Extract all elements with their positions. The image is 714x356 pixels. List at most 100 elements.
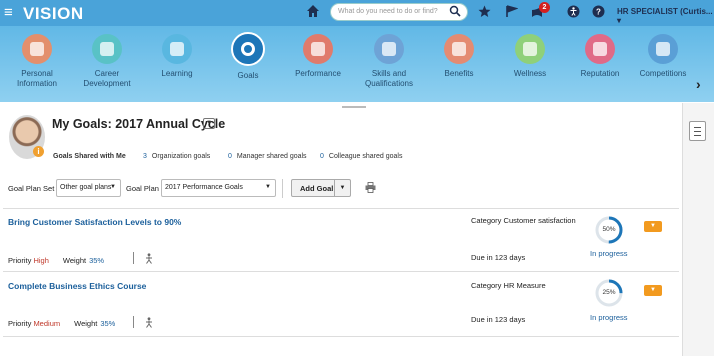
nav-item-goals[interactable]: Goals [213, 32, 283, 81]
chevron-down-icon: ▼ [265, 184, 271, 190]
chevron-down-icon: ▾ [617, 16, 622, 25]
goal-plan-label: Goal Plan [126, 184, 159, 193]
nav-item-wellness[interactable]: Wellness [495, 34, 565, 79]
user-name: HR SPECIALIST (Curtis... [617, 7, 713, 16]
nav-item-skills-and-qualifications[interactable]: Skills and Qualifications [354, 34, 424, 89]
title-menu-button[interactable]: ▼ [203, 118, 215, 129]
chevron-right-icon[interactable]: › [696, 76, 701, 92]
priority-label: Priority [8, 319, 32, 328]
notes-icon[interactable] [689, 121, 706, 141]
goal-meta: Priority Medium Weight 35% [8, 319, 115, 328]
search-icon[interactable] [449, 5, 461, 17]
info-badge-icon[interactable]: i [33, 146, 44, 157]
nav-item-label: Learning [161, 69, 193, 78]
goal-actions-button[interactable]: ▼ [644, 221, 662, 232]
goal-plan-set-value: Other goal plans [60, 184, 112, 191]
weight-value: 35% [89, 256, 105, 265]
goal-title-link[interactable]: Complete Business Ethics Course [8, 281, 146, 291]
favorites-star-icon[interactable] [478, 5, 491, 18]
alignment-icon[interactable] [145, 253, 153, 264]
goal-actions-button[interactable]: ▼ [644, 285, 662, 296]
goals-icon [231, 32, 265, 66]
search-input[interactable]: What do you need to do or find? [330, 3, 468, 21]
organization-goals-label: Organization goals [151, 153, 211, 160]
print-icon[interactable] [365, 182, 376, 193]
reputation-icon [585, 34, 615, 64]
colleague-shared-goals-link[interactable]: 0 Colleague shared goals [320, 153, 402, 160]
nav-item-label: Skills and Qualifications [364, 69, 414, 88]
status-badge: In progress [590, 313, 628, 322]
category-label: Category [471, 281, 502, 290]
priority-value: High [33, 256, 49, 265]
priority-label: Priority [8, 256, 32, 265]
skills-icon [374, 34, 404, 64]
category-label: Category [471, 216, 502, 225]
nav-item-benefits[interactable]: Benefits [424, 34, 494, 79]
progress-percent: 50% [602, 226, 616, 233]
help-icon[interactable]: ? [592, 5, 605, 18]
due-date: Due in 123 days [471, 253, 526, 262]
career-development-icon [92, 34, 122, 64]
notification-badge: 2 [539, 2, 550, 13]
benefits-icon [444, 34, 474, 64]
weight-label: Weight [62, 256, 87, 265]
divider [3, 336, 679, 337]
personal-info-icon [22, 34, 52, 64]
priority-value: Medium [33, 319, 61, 328]
manager-goals-count: 0 [228, 153, 232, 160]
divider [133, 316, 134, 328]
brand-logo[interactable]: VISION [23, 4, 84, 24]
organization-goals-count: 3 [143, 153, 147, 160]
alignment-icon[interactable] [145, 317, 153, 328]
nav-item-label: Benefits [444, 69, 474, 78]
nav-item-label: Goals [237, 71, 259, 80]
nav-item-learning[interactable]: Learning [142, 34, 212, 79]
manager-shared-goals-link[interactable]: 0 Manager shared goals [228, 153, 307, 160]
goal-category: Category Customer satisfaction [471, 216, 576, 225]
organization-goals-link[interactable]: 3 Organization goals [143, 153, 210, 160]
performance-icon [303, 34, 333, 64]
shared-goals-label: Goals Shared with Me [53, 153, 126, 160]
flag-icon[interactable] [505, 5, 518, 18]
springboard-nav: Personal Information Career Development … [0, 26, 714, 102]
progress-percent: 25% [602, 289, 616, 296]
goal-meta: Priority High Weight 35% [8, 256, 104, 265]
status-badge: In progress [590, 249, 628, 258]
learning-icon [162, 34, 192, 64]
divider [282, 179, 283, 198]
user-menu[interactable]: HR SPECIALIST (Curtis... ▾ [617, 7, 714, 25]
weight-label: Weight [74, 319, 98, 328]
divider [3, 271, 679, 272]
goal-title-link[interactable]: Bring Customer Satisfaction Levels to 90… [8, 217, 181, 227]
manager-goals-label: Manager shared goals [236, 153, 307, 160]
nav-item-performance[interactable]: Performance [283, 34, 353, 79]
accessibility-icon[interactable] [567, 5, 580, 18]
nav-item-career-development[interactable]: Career Development [72, 34, 142, 89]
menu-icon[interactable]: ≡ [4, 5, 13, 20]
add-goal-button[interactable]: Add Goal ▼ [291, 179, 351, 197]
nav-item-label: Personal Information [16, 69, 58, 88]
drag-handle[interactable] [342, 106, 366, 108]
nav-item-label: Performance [295, 69, 341, 78]
colleague-goals-label: Colleague shared goals [328, 153, 403, 160]
svg-text:?: ? [596, 8, 601, 17]
nav-item-label: Reputation [580, 69, 620, 78]
due-date: Due in 123 days [471, 315, 526, 324]
chevron-down-icon: ▼ [110, 184, 116, 190]
nav-item-competitions[interactable]: Competitions [634, 34, 692, 79]
divider [133, 252, 134, 264]
divider [3, 208, 679, 209]
page-title: My Goals: 2017 Annual Cycle [52, 117, 226, 131]
search-placeholder: What do you need to do or find? [338, 8, 438, 15]
nav-item-label: Wellness [513, 69, 547, 78]
category-value: HR Measure [503, 281, 546, 290]
add-goal-menu-button[interactable]: ▼ [334, 180, 350, 196]
goal-plan-select[interactable]: 2017 Performance Goals ▼ [161, 179, 276, 197]
competitions-icon [648, 34, 678, 64]
goal-plan-set-select[interactable]: Other goal plans ▼ [56, 179, 121, 197]
goal-plan-value: 2017 Performance Goals [165, 184, 243, 191]
weight-value: 35% [100, 319, 116, 328]
nav-item-reputation[interactable]: Reputation [565, 34, 635, 79]
nav-item-personal-information[interactable]: Personal Information [2, 34, 72, 89]
home-icon[interactable] [306, 4, 320, 18]
